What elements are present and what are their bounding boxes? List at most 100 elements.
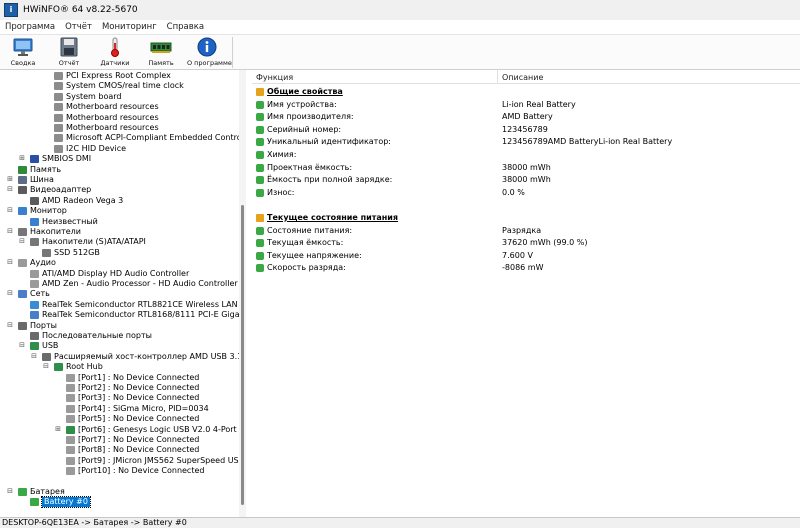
collapse-icon[interactable]: ⊟: [6, 321, 14, 330]
summary-button[interactable]: Сводка: [3, 37, 43, 69]
detail-row[interactable]: Ёмкость при полной зарядке: 38000 mWh: [252, 173, 800, 186]
tree-item[interactable]: ⊞ [Port6] : Genesys Logic USB V2.0 4-Port…: [0, 425, 245, 435]
collapse-icon[interactable]: ⊟: [42, 363, 50, 371]
tree-item[interactable]: ⊟ Root Hub: [0, 362, 245, 372]
tree-item[interactable]: ⊟ Монитор: [0, 206, 245, 216]
column-divider[interactable]: [497, 70, 498, 84]
detail-row[interactable]: Имя устройства: Li-ion Real Battery: [252, 98, 800, 111]
tree-item[interactable]: ATI/AMD Display HD Audio Controller: [0, 269, 245, 279]
tree-item-label: [Port2] : No Device Connected: [78, 383, 200, 392]
tree-item[interactable]: AMD Zen - Audio Processor - HD Audio Con…: [0, 279, 245, 289]
tree-item[interactable]: [Port5] : No Device Connected: [0, 414, 245, 424]
tree-item-label: Порты: [30, 320, 57, 330]
collapse-icon[interactable]: ⊟: [30, 352, 38, 361]
tree-item[interactable]: Motherboard resources: [0, 102, 245, 112]
device-tree[interactable]: PCI Express Root Complex System CMOS/real…: [0, 70, 246, 517]
detail-row[interactable]: Текущее напряжение: 7.600 V: [252, 249, 800, 262]
chip-icon: [54, 72, 63, 80]
detail-function: Общие свойства: [267, 87, 343, 96]
portitem-icon: [66, 456, 75, 465]
detail-function: Серийный номер:: [267, 124, 342, 134]
collapse-icon[interactable]: ⊟: [18, 342, 26, 350]
tree-item[interactable]: ⊟ Накопители: [0, 227, 245, 237]
tree-item-label: System board: [66, 91, 122, 101]
tree-item[interactable]: [Port7] : No Device Connected: [0, 435, 245, 445]
expand-icon[interactable]: ⊞: [18, 155, 26, 163]
detail-row[interactable]: Износ: 0.0 %: [252, 186, 800, 199]
tree-item[interactable]: Microsoft ACPI-Compliant Embedded Contro…: [0, 133, 245, 143]
tree-item[interactable]: ⊟ Накопители (S)ATA/ATAPI: [0, 237, 245, 247]
collapse-icon[interactable]: ⊟: [6, 290, 14, 298]
collapse-icon[interactable]: ⊟: [6, 186, 14, 194]
menu-help[interactable]: Справка: [162, 22, 209, 32]
tree-item[interactable]: ⊞ SMBIOS DMI: [0, 154, 245, 164]
tree-item[interactable]: Motherboard resources: [0, 123, 245, 133]
collapse-icon[interactable]: ⊟: [6, 228, 14, 236]
details-panel: Функция Описание Общие свойства Имя устро…: [252, 70, 800, 517]
tree-item-label: PCI Express Root Complex: [66, 71, 171, 80]
tree-item[interactable]: SSD 512GB: [0, 248, 245, 258]
detail-row[interactable]: Химия:: [252, 148, 800, 161]
tree-item[interactable]: [Port3] : No Device Connected: [0, 393, 245, 403]
collapse-icon[interactable]: ⊟: [18, 238, 26, 246]
menu-monitoring[interactable]: Мониторинг: [97, 22, 162, 32]
tree-item[interactable]: ⊟ Расширяемый хост-контроллер AMD USB 3.1…: [0, 351, 246, 362]
expand-icon[interactable]: ⊞: [54, 425, 62, 434]
tree-item[interactable]: [Port9] : JMicron JMS562 SuperSpeed USB/…: [0, 456, 245, 466]
tree-item[interactable]: System board: [0, 91, 245, 102]
collapse-icon[interactable]: ⊟: [6, 207, 14, 215]
tree-item[interactable]: System CMOS/real time clock: [0, 81, 245, 91]
tree-item[interactable]: ⊟ Сеть: [0, 289, 245, 299]
tree-item[interactable]: [Port8] : No Device Connected: [0, 445, 245, 455]
tree-item[interactable]: ⊟ Порты: [0, 320, 245, 331]
tree-item[interactable]: ⊟ Батарея: [0, 487, 245, 497]
tree-item[interactable]: ⊟ USB: [0, 341, 245, 351]
tree-item-label: Последовательные порты: [42, 331, 152, 340]
tree-item[interactable]: AMD Radeon Vega 3: [0, 196, 245, 206]
tree-item[interactable]: Последовательные порты: [0, 331, 245, 341]
section-header[interactable]: Общие свойства: [252, 85, 800, 98]
tree-item[interactable]: RealTek Semiconductor RTL8168/8111 PCI-E…: [0, 310, 245, 320]
tree-item-label: Motherboard resources: [66, 112, 159, 122]
detail-row[interactable]: Уникальный идентификатор: 123456789AMD Ba…: [252, 135, 800, 148]
tree-item[interactable]: [Port4] : SiGma Micro, PID=0034: [0, 404, 245, 414]
tree-item[interactable]: RealTek Semiconductor RTL8821CE Wireless…: [0, 300, 245, 310]
tree-item[interactable]: [Port2] : No Device Connected: [0, 383, 245, 393]
detail-row[interactable]: Серийный номер: 123456789: [252, 123, 800, 136]
column-description[interactable]: Описание: [502, 73, 543, 82]
menu-report[interactable]: Отчёт: [60, 22, 97, 32]
collapse-icon[interactable]: ⊟: [6, 488, 14, 496]
tree-scrollbar[interactable]: [239, 70, 246, 517]
about-button[interactable]: О программе: [187, 37, 232, 69]
section-header[interactable]: Текущее состояние питания: [252, 211, 800, 224]
tree-item[interactable]: [Port10] : No Device Connected: [0, 466, 245, 476]
detail-row[interactable]: Имя производителя: AMD Battery: [252, 110, 800, 123]
sensors-button[interactable]: Датчики: [95, 37, 135, 69]
tree-item[interactable]: ⊟ Видеоадаптер: [0, 185, 245, 195]
detail-row[interactable]: Проектная ёмкость: 38000 mWh: [252, 161, 800, 174]
tree-item-label: [Port3] : No Device Connected: [78, 393, 200, 403]
tree-scrollbar-thumb[interactable]: [241, 205, 244, 505]
report-button[interactable]: Отчёт: [49, 37, 89, 69]
memory-button[interactable]: Память: [141, 37, 181, 69]
tree-item[interactable]: Неизвестный: [0, 217, 245, 227]
tree-item[interactable]: Battery #0: [0, 496, 245, 509]
column-function[interactable]: Функция: [256, 73, 293, 82]
tree-item[interactable]: I2C HID Device: [0, 144, 245, 154]
tree-item[interactable]: PCI Express Root Complex: [0, 71, 245, 81]
chip-icon: [54, 103, 63, 112]
detail-row[interactable]: Состояние питания: Разрядка: [252, 224, 800, 237]
detail-row[interactable]: Текущая ёмкость: 37620 mWh (99.0 %): [252, 236, 800, 249]
detail-row[interactable]: Скорость разряда: -8086 mW: [252, 261, 800, 274]
tree-item-label: Расширяемый хост-контроллер AMD USB 3.10…: [54, 351, 246, 361]
menu-program[interactable]: Программа: [0, 22, 60, 32]
tree-item[interactable]: ⊞ Шина: [0, 175, 245, 185]
audio-icon: [18, 259, 27, 268]
tree-item-label: Шина: [30, 175, 54, 184]
tree-item[interactable]: Motherboard resources: [0, 112, 245, 123]
expand-icon[interactable]: ⊞: [6, 176, 14, 184]
tree-item[interactable]: [Port1] : No Device Connected: [0, 373, 245, 383]
collapse-icon[interactable]: ⊟: [6, 259, 14, 267]
tree-item[interactable]: ⊟ Аудио: [0, 258, 245, 268]
tree-item[interactable]: Память: [0, 165, 245, 175]
